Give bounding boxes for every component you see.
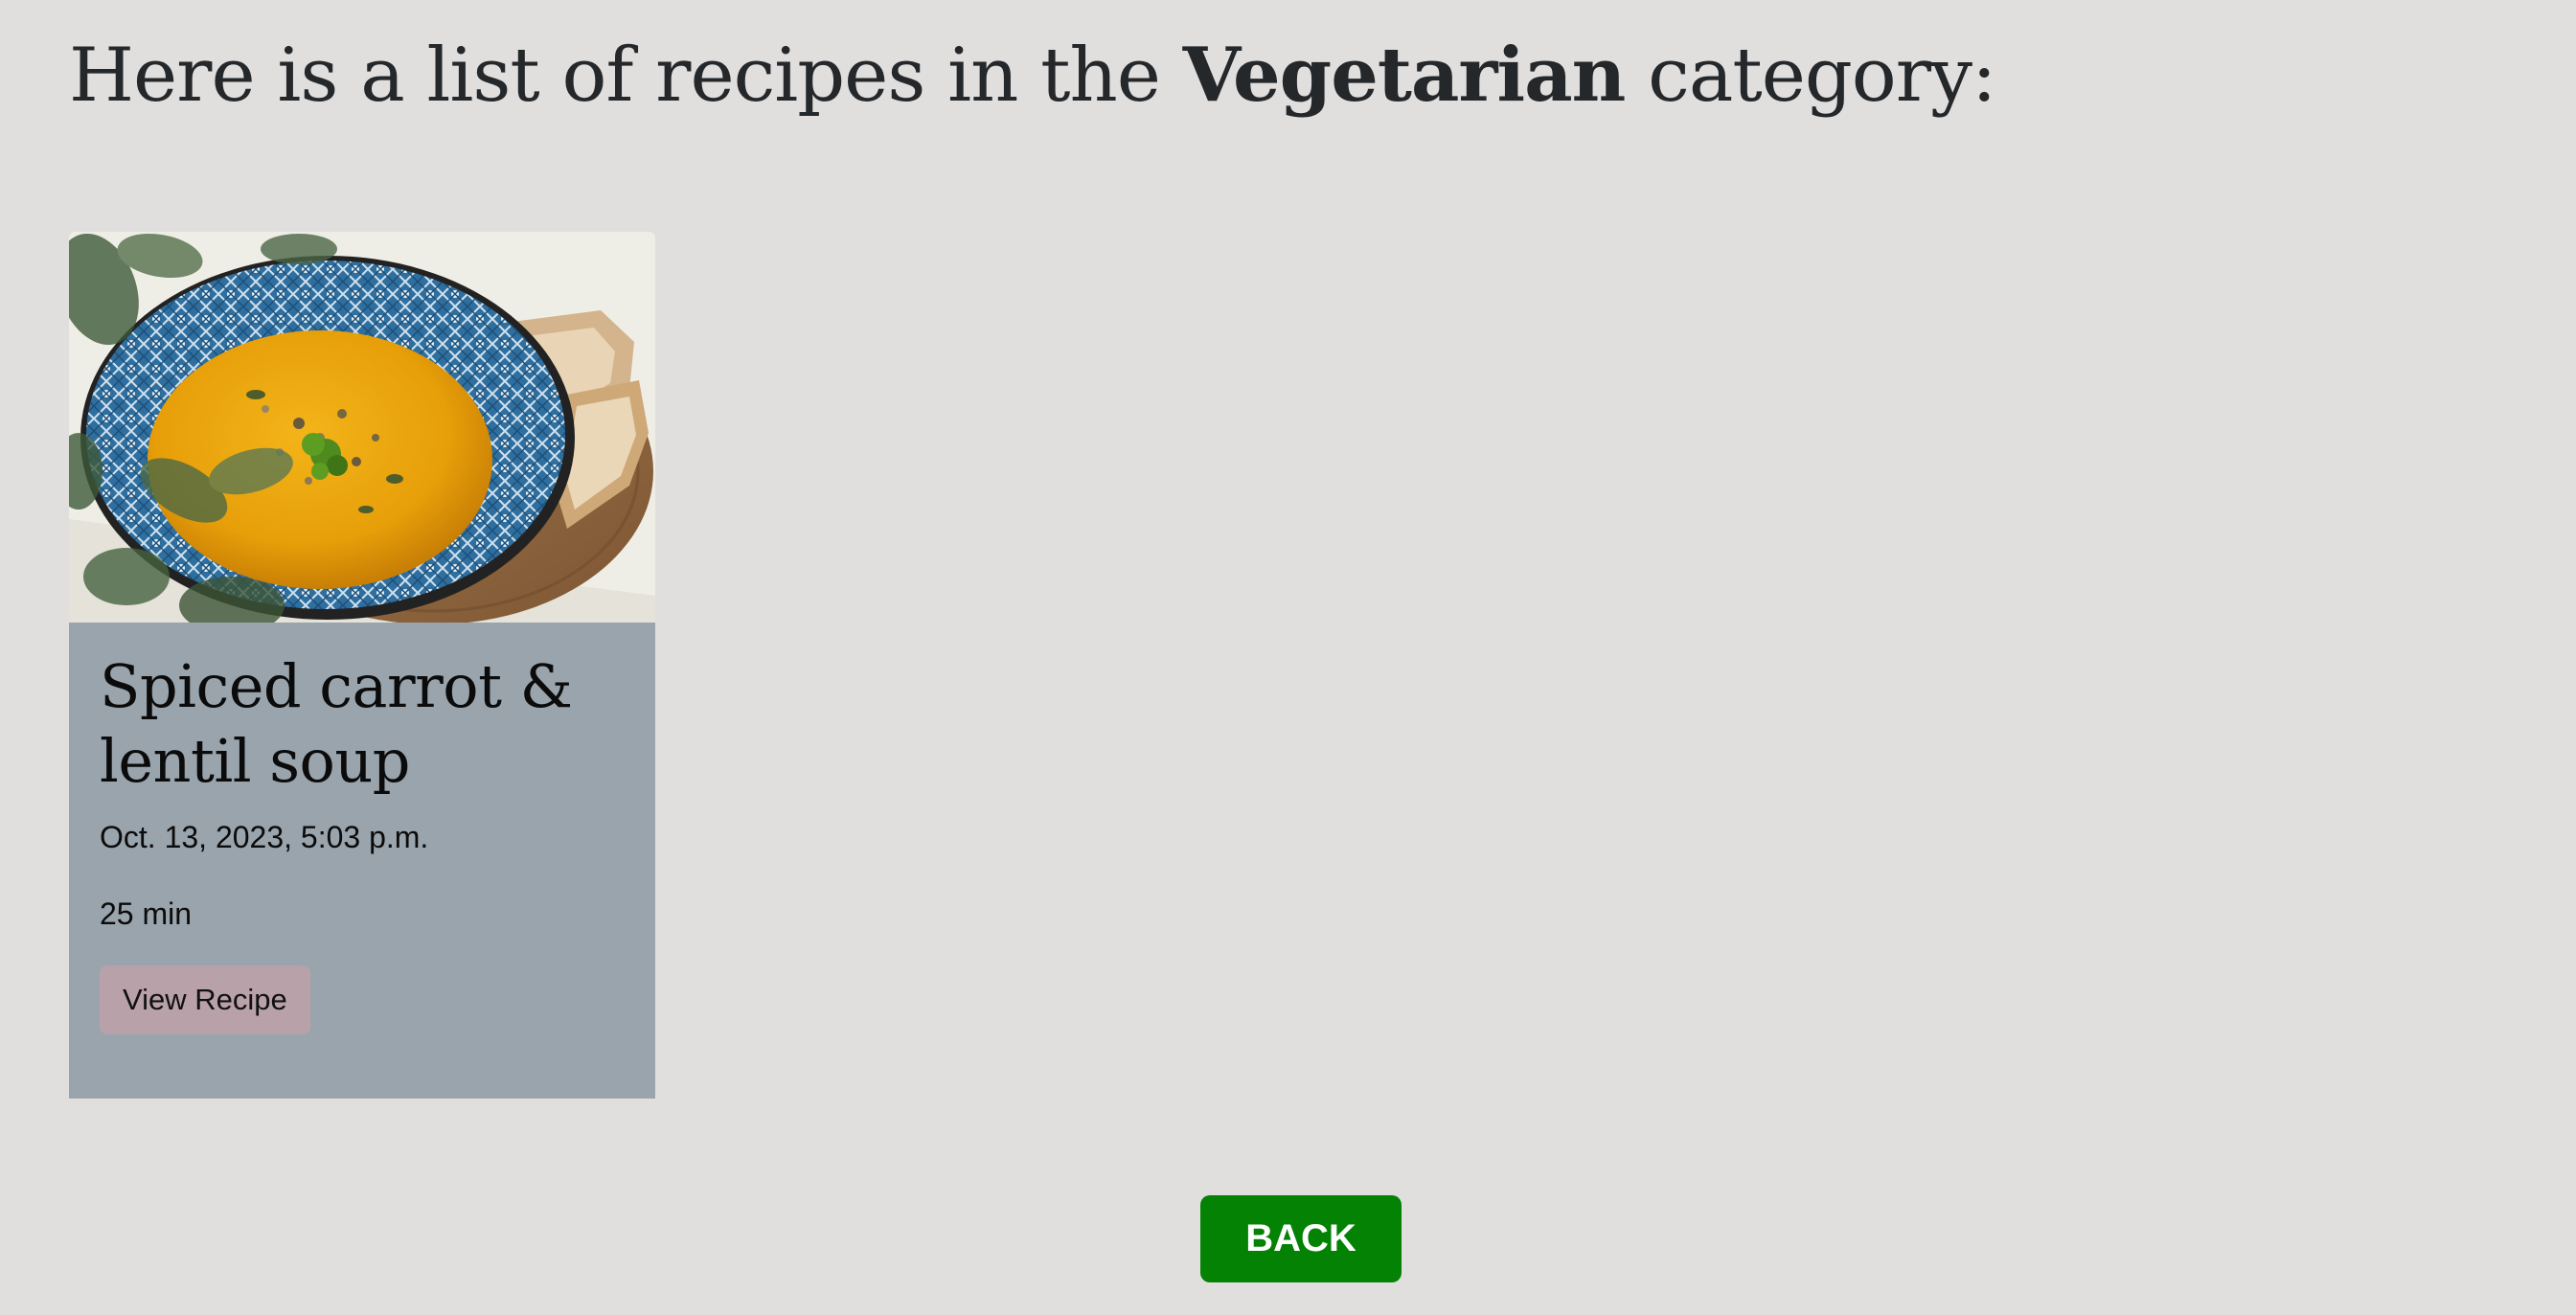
heading-prefix: Here is a list of recipes in the [69,33,1183,119]
recipe-title: Spiced carrot & lentil soup [100,651,573,796]
recipe-card: Spiced carrot & lentil soup Oct. 13, 202… [69,232,655,1099]
heading-suffix: category: [1625,33,1996,119]
recipe-image [69,232,655,623]
recipe-cook-time: 25 min [100,896,193,931]
page-title: Here is a list of recipes in the Vegetar… [69,23,1996,128]
recipe-date: Oct. 13, 2023, 5:03 p.m. [100,820,429,854]
back-button[interactable]: BACK [1200,1195,1402,1282]
view-recipe-button[interactable]: View Recipe [100,965,310,1034]
card-body: Spiced carrot & lentil soup Oct. 13, 202… [69,623,655,1034]
category-name: Vegetarian [1182,32,1627,119]
soup-bowl-photo-icon [69,232,655,623]
